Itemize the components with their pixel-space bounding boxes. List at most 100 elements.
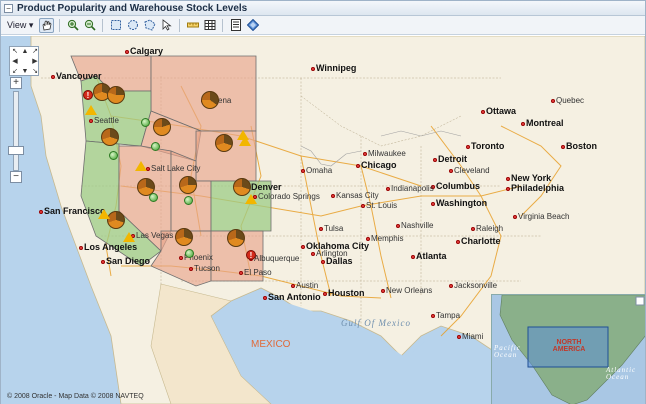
city-label: Tulsa xyxy=(319,224,343,233)
pan-hand-icon[interactable] xyxy=(39,17,55,33)
product-pie-chart[interactable] xyxy=(201,91,219,109)
city-label: Nashville xyxy=(396,221,433,230)
pan-control[interactable]: ↖ ▲ ↗ ◀ ▶ ↙ ▼ ↘ xyxy=(9,46,39,76)
city-label: Indianapolis xyxy=(386,184,434,193)
zoom-slider-track[interactable] xyxy=(13,91,19,171)
toolbar-separator xyxy=(59,18,61,32)
view-menu[interactable]: View ▾ xyxy=(7,20,33,31)
polygon-select-icon[interactable] xyxy=(142,18,157,33)
warning-icon[interactable] xyxy=(237,130,249,140)
zoom-out-button[interactable]: − xyxy=(10,171,22,183)
window-title: Product Popularity and Warehouse Stock L… xyxy=(17,2,248,14)
city-label: Las Vegas xyxy=(131,231,173,240)
zoom-in-button[interactable]: + xyxy=(10,77,22,89)
city-label: Tucson xyxy=(189,264,220,273)
map-toolbar: View ▾ xyxy=(1,16,645,35)
city-label: Miami xyxy=(457,332,483,341)
toolbar-separator xyxy=(102,18,104,32)
product-pie-chart[interactable] xyxy=(179,176,197,194)
city-label: Calgary xyxy=(125,46,163,56)
layers-icon[interactable] xyxy=(245,18,260,33)
overview-map[interactable]: NORTH AMERICA Pacific Ocean Atlantic Oce… xyxy=(491,294,645,404)
city-label: Detroit xyxy=(433,154,467,164)
circle-select-icon[interactable] xyxy=(125,18,140,33)
city-label: New Orleans xyxy=(381,286,432,295)
city-label: St. Louis xyxy=(361,201,397,210)
city-label: San Francisco xyxy=(39,206,106,216)
map-canvas[interactable]: Calgary Winnipeg Vancouver Seattle Helen… xyxy=(1,36,645,404)
city-label: Seattle xyxy=(89,116,119,125)
zoom-out-icon[interactable] xyxy=(82,18,97,33)
city-label: New York xyxy=(506,173,551,183)
ok-status-icon[interactable] xyxy=(184,196,193,205)
product-pie-chart[interactable] xyxy=(107,86,125,104)
warning-icon[interactable] xyxy=(123,232,135,242)
city-label: Houston xyxy=(323,288,365,298)
rectangle-select-icon[interactable] xyxy=(108,18,123,33)
product-pie-chart[interactable] xyxy=(227,229,245,247)
title-bar: − Product Popularity and Warehouse Stock… xyxy=(1,1,645,16)
city-label: Memphis xyxy=(366,234,403,243)
warning-icon[interactable] xyxy=(135,161,147,171)
city-label: Atlanta xyxy=(411,251,447,261)
city-label: Virginia Beach xyxy=(513,212,569,221)
city-label: Jacksonville xyxy=(449,281,497,290)
city-label: Montreal xyxy=(521,118,564,128)
city-label: Columbus xyxy=(431,181,480,191)
table-view-icon[interactable] xyxy=(202,18,217,33)
city-label: Los Angeles xyxy=(79,242,137,252)
city-label: Salt Lake City xyxy=(146,164,200,173)
city-label: Charlotte xyxy=(456,236,501,246)
error-icon[interactable]: ! xyxy=(246,250,256,260)
pointer-select-icon[interactable] xyxy=(159,18,174,33)
water-label: Gulf Of Mexico xyxy=(341,318,411,328)
ok-status-icon[interactable] xyxy=(149,193,158,202)
product-pie-chart[interactable] xyxy=(153,118,171,136)
city-label: San Diego xyxy=(101,256,150,266)
ok-status-icon[interactable] xyxy=(141,118,150,127)
error-icon[interactable]: ! xyxy=(83,90,93,100)
city-label: Winnipeg xyxy=(311,63,356,73)
ok-status-icon[interactable] xyxy=(185,249,194,258)
city-label: Phoenix xyxy=(179,253,213,262)
city-label: Omaha xyxy=(301,166,332,175)
city-label: Toronto xyxy=(466,141,504,151)
overview-continent-label: NORTH AMERICA xyxy=(552,339,586,353)
warning-icon[interactable] xyxy=(98,209,110,219)
city-label: Ottawa xyxy=(481,106,516,116)
city-label: Kansas City xyxy=(331,191,379,200)
overview-ocean-label: Atlantic Ocean xyxy=(606,366,637,381)
city-label: Philadelphia xyxy=(506,183,564,193)
city-label: Denver xyxy=(246,182,282,192)
ok-status-icon[interactable] xyxy=(109,151,118,160)
toolbar-separator xyxy=(222,18,224,32)
legend-icon[interactable] xyxy=(228,18,243,33)
product-pie-chart[interactable] xyxy=(101,128,119,146)
city-label: Arlington xyxy=(311,249,348,258)
copyright-text: © 2008 Oracle - Map Data © 2008 NAVTEQ xyxy=(7,393,144,400)
city-label: Chicago xyxy=(356,160,397,170)
city-label: Albuquerque xyxy=(249,254,299,263)
warning-icon[interactable] xyxy=(245,194,257,204)
toolbar-separator xyxy=(179,18,181,32)
zoom-in-icon[interactable] xyxy=(65,18,80,33)
product-pie-chart[interactable] xyxy=(175,228,193,246)
zoom-slider-thumb[interactable] xyxy=(8,146,24,155)
city-label: Colorado Springs xyxy=(253,192,320,201)
ok-status-icon[interactable] xyxy=(151,142,160,151)
map-navigation-control: ↖ ▲ ↗ ◀ ▶ ↙ ▼ ↘ xyxy=(9,46,39,76)
city-label: El Paso xyxy=(239,268,272,277)
distance-tool-icon[interactable] xyxy=(185,18,200,33)
product-pie-chart[interactable] xyxy=(215,134,233,152)
overview-ocean-label: Pacific Ocean xyxy=(494,344,521,359)
city-label: Vancouver xyxy=(51,71,102,81)
city-label: Raleigh xyxy=(471,224,503,233)
city-label: Milwaukee xyxy=(363,149,406,158)
collapse-button[interactable]: − xyxy=(4,3,13,13)
city-label: Boston xyxy=(561,141,597,151)
warning-icon[interactable] xyxy=(85,105,97,115)
country-label: MEXICO xyxy=(251,339,291,350)
city-label: Washington xyxy=(431,198,487,208)
city-label: Quebec xyxy=(551,96,584,105)
map-window: − Product Popularity and Warehouse Stock… xyxy=(0,0,646,404)
